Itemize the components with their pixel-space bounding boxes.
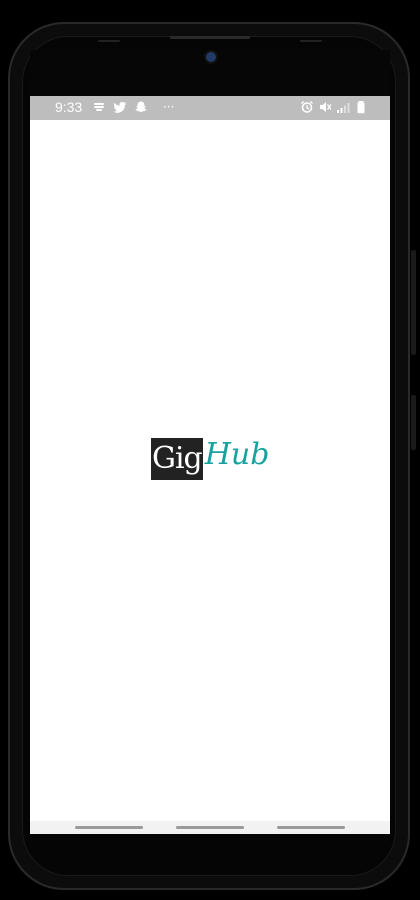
volume-button: [411, 250, 416, 355]
nav-back-button[interactable]: [75, 826, 143, 829]
logo-gig-text: Gig: [151, 437, 203, 480]
front-camera: [204, 50, 218, 64]
nav-home-button[interactable]: [176, 826, 244, 829]
signal-icon: [336, 100, 350, 114]
status-left-icons: ···: [92, 100, 174, 114]
mute-icon: [318, 100, 332, 114]
twitter-icon: [113, 100, 127, 114]
gesture-nav-bar: [30, 821, 390, 834]
alarm-icon: [300, 100, 314, 114]
notification-icon: [92, 100, 106, 114]
status-bar: 9:33 ···: [30, 96, 390, 120]
status-right-icons: [300, 100, 368, 114]
sensor-mark: [300, 40, 322, 42]
more-dots-icon: ···: [163, 100, 175, 114]
logo-hub-text: Hub: [204, 436, 270, 472]
nav-recents-button[interactable]: [277, 826, 345, 829]
status-time: 9:33: [55, 99, 83, 115]
battery-icon: [354, 100, 368, 114]
earpiece-speaker: [170, 36, 250, 39]
power-button: [411, 395, 416, 450]
sensor-mark: [98, 40, 120, 42]
gighub-logo: Gig Hub: [151, 437, 269, 480]
snapchat-icon: [134, 100, 148, 114]
app-screen: 9:33 ··· Gig Hub: [30, 96, 390, 834]
